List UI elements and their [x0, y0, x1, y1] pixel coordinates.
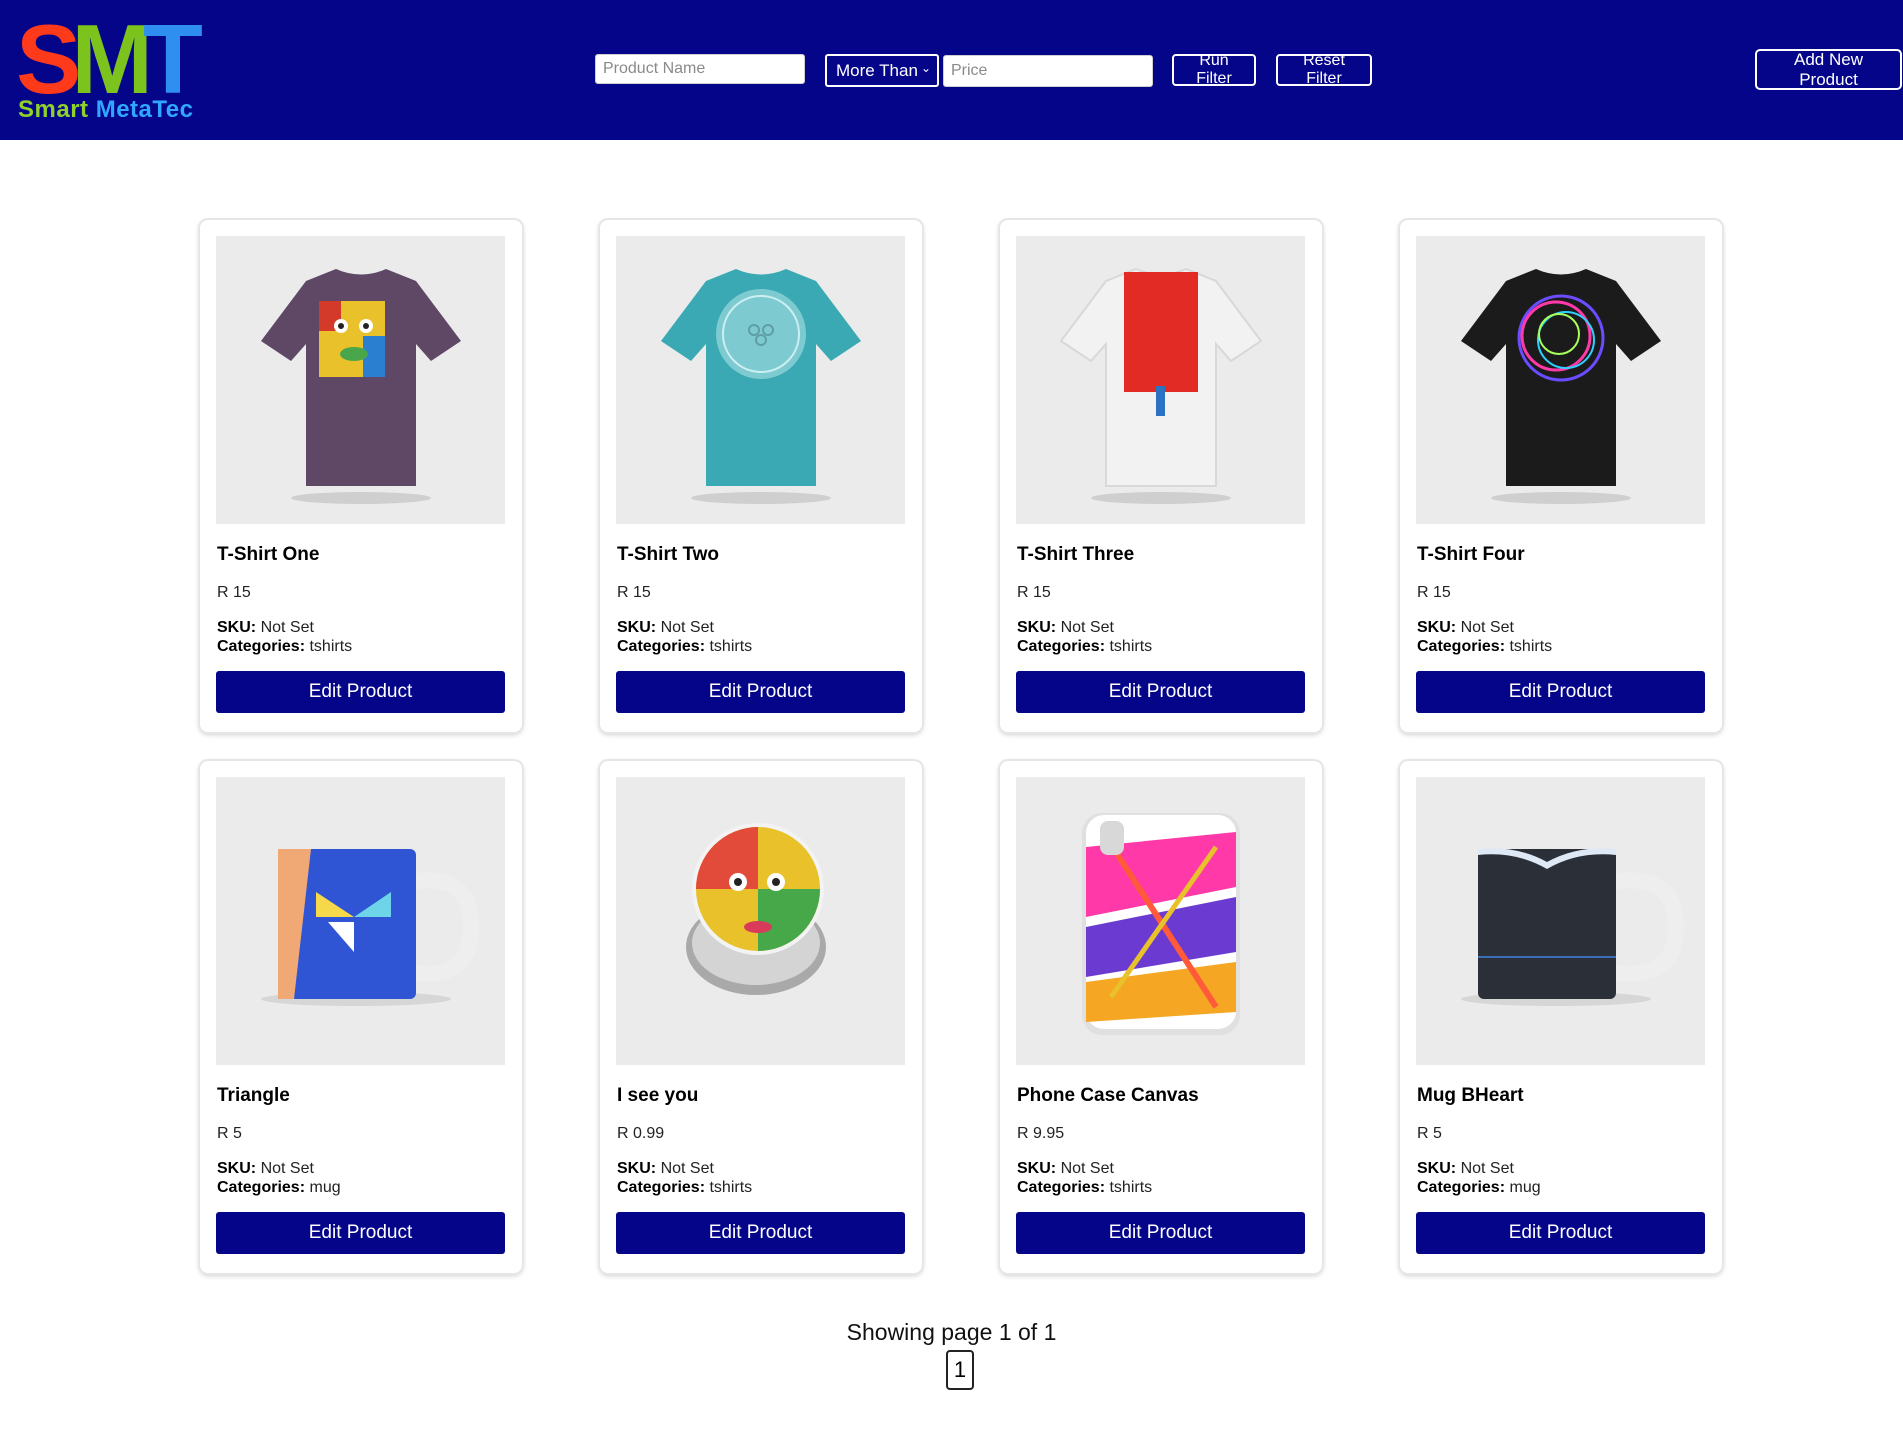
sku-value: Not Set	[660, 619, 714, 636]
product-price: R 15	[1417, 584, 1451, 601]
product-image-mug[interactable]	[216, 777, 505, 1065]
product-price: R 15	[217, 584, 251, 601]
categories-label: Categories:	[617, 1179, 706, 1196]
sku-value: Not Set	[1060, 619, 1114, 636]
product-image-tshirt[interactable]	[216, 236, 505, 524]
product-card: Triangle R 5 SKU: Not Set Categories: mu…	[200, 761, 522, 1273]
product-price: R 15	[617, 584, 651, 601]
sku-label: SKU:	[217, 1160, 257, 1177]
product-card: I see you R 0.99 SKU: Not Set Categories…	[600, 761, 922, 1273]
product-price: R 9.95	[1017, 1125, 1065, 1142]
logo-wordmark: Smart MetaTec	[18, 96, 194, 123]
categories-value: tshirts	[1509, 638, 1553, 655]
product-meta: SKU: Not Set Categories: mug	[217, 1159, 341, 1197]
categories-label: Categories:	[1417, 1179, 1506, 1196]
sku-value: Not Set	[660, 1160, 714, 1177]
sku-label: SKU:	[617, 619, 657, 636]
product-title: T-Shirt Four	[1417, 544, 1525, 565]
sku-label: SKU:	[617, 1160, 657, 1177]
product-title: Phone Case Canvas	[1017, 1085, 1199, 1106]
top-header-bar: SMT Smart MetaTec More Than ⌄ Run Filter…	[0, 0, 1903, 140]
product-image-badge[interactable]	[616, 777, 905, 1065]
edit-product-button[interactable]: Edit Product	[216, 1212, 505, 1254]
page-number-button[interactable]: 1	[946, 1350, 974, 1390]
edit-product-button[interactable]: Edit Product	[1416, 671, 1705, 713]
edit-product-button[interactable]: Edit Product	[616, 1212, 905, 1254]
run-filter-button[interactable]: Run Filter	[1172, 52, 1256, 87]
chevron-down-icon: ⌄	[920, 61, 931, 75]
edit-product-button[interactable]: Edit Product	[216, 671, 505, 713]
product-title: T-Shirt One	[217, 544, 320, 565]
product-meta: SKU: Not Set Categories: tshirts	[617, 1159, 752, 1197]
product-card: T-Shirt Four R 15 SKU: Not Set Categorie…	[1400, 220, 1722, 732]
product-title: T-Shirt Two	[617, 544, 720, 565]
categories-value: tshirts	[1109, 638, 1153, 655]
categories-label: Categories:	[1017, 1179, 1106, 1196]
product-image-phone-case[interactable]	[1016, 777, 1305, 1065]
sku-label: SKU:	[1017, 1160, 1057, 1177]
categories-value: mug	[309, 1179, 341, 1196]
sku-label: SKU:	[217, 619, 257, 636]
product-meta: SKU: Not Set Categories: tshirts	[1017, 618, 1152, 656]
categories-label: Categories:	[1017, 638, 1106, 655]
product-title: Mug BHeart	[1417, 1085, 1524, 1106]
add-new-product-button[interactable]: Add New Product	[1755, 49, 1902, 90]
product-title: Triangle	[217, 1085, 290, 1106]
product-title: I see you	[617, 1085, 699, 1106]
product-name-filter-input[interactable]	[595, 54, 805, 84]
sku-label: SKU:	[1417, 1160, 1457, 1177]
product-meta: SKU: Not Set Categories: mug	[1417, 1159, 1541, 1197]
product-image-mug[interactable]	[1416, 777, 1705, 1065]
edit-product-button[interactable]: Edit Product	[1416, 1212, 1705, 1254]
product-price: R 5	[1417, 1125, 1442, 1142]
product-price: R 5	[217, 1125, 242, 1142]
edit-product-button[interactable]: Edit Product	[1016, 671, 1305, 713]
product-price: R 15	[1017, 584, 1051, 601]
categories-label: Categories:	[617, 638, 706, 655]
sku-value: Not Set	[1460, 619, 1514, 636]
logo-mark: SMT	[16, 4, 203, 114]
product-image-tshirt[interactable]	[616, 236, 905, 524]
product-meta: SKU: Not Set Categories: tshirts	[617, 618, 752, 656]
product-card: T-Shirt One R 15 SKU: Not Set Categories…	[200, 220, 522, 732]
product-card: T-Shirt Two R 15 SKU: Not Set Categories…	[600, 220, 922, 732]
price-comparison-select[interactable]: More Than ⌄	[825, 54, 939, 87]
sku-value: Not Set	[1460, 1160, 1514, 1177]
categories-label: Categories:	[217, 638, 306, 655]
product-meta: SKU: Not Set Categories: tshirts	[1417, 618, 1552, 656]
sku-value: Not Set	[260, 619, 314, 636]
pagination-summary: Showing page 1 of 1	[846, 1319, 1057, 1345]
sku-value: Not Set	[1060, 1160, 1114, 1177]
categories-value: tshirts	[1109, 1179, 1153, 1196]
product-card: T-Shirt Three R 15 SKU: Not Set Categori…	[1000, 220, 1322, 732]
price-filter-input[interactable]	[943, 55, 1153, 87]
categories-value: tshirts	[709, 1179, 753, 1196]
reset-filter-button[interactable]: Reset Filter	[1276, 52, 1372, 87]
product-meta: SKU: Not Set Categories: tshirts	[1017, 1159, 1152, 1197]
product-meta: SKU: Not Set Categories: tshirts	[217, 618, 352, 656]
sku-label: SKU:	[1017, 619, 1057, 636]
categories-label: Categories:	[1417, 638, 1506, 655]
product-title: T-Shirt Three	[1017, 544, 1135, 565]
categories-value: tshirts	[709, 638, 753, 655]
price-comparison-value: More Than	[836, 60, 918, 80]
edit-product-button[interactable]: Edit Product	[616, 671, 905, 713]
product-card: Mug BHeart R 5 SKU: Not Set Categories: …	[1400, 761, 1722, 1273]
categories-value: tshirts	[309, 638, 353, 655]
product-card: Phone Case Canvas R 9.95 SKU: Not Set Ca…	[1000, 761, 1322, 1273]
product-price: R 0.99	[617, 1125, 665, 1142]
sku-label: SKU:	[1417, 619, 1457, 636]
categories-value: mug	[1509, 1179, 1541, 1196]
edit-product-button[interactable]: Edit Product	[1016, 1212, 1305, 1254]
product-image-tshirt[interactable]	[1016, 236, 1305, 524]
sku-value: Not Set	[260, 1160, 314, 1177]
product-image-tshirt[interactable]	[1416, 236, 1705, 524]
smart-metatec-logo[interactable]: SMT Smart MetaTec	[16, 10, 212, 123]
categories-label: Categories:	[217, 1179, 306, 1196]
